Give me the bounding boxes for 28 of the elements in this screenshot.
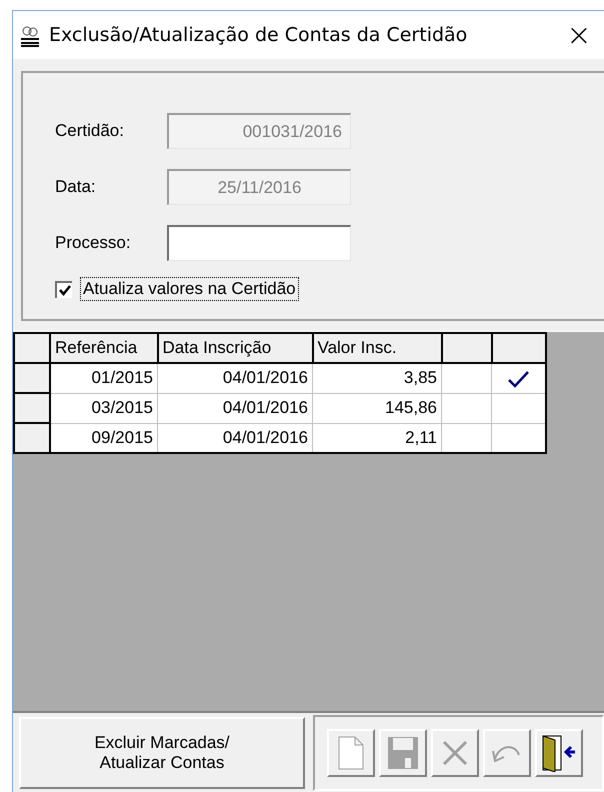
row-header[interactable] xyxy=(14,363,50,393)
column-header[interactable]: Valor Insc. xyxy=(312,333,442,363)
delete-update-button[interactable]: Excluir Marcadas/ Atualizar Contas xyxy=(19,717,305,789)
table-cell: 3,85 xyxy=(312,363,442,393)
checkmark-icon xyxy=(507,370,530,388)
table-cell: 04/01/2016 xyxy=(158,393,312,423)
field-label: Processo: xyxy=(55,233,132,253)
column-header[interactable] xyxy=(492,333,546,363)
x-icon xyxy=(442,740,468,766)
column-header[interactable]: Data Inscrição xyxy=(158,333,312,363)
window-title: Exclusão/Atualização de Contas da Certidão xyxy=(49,24,468,46)
checkbox-label: Atualiza valores na Certidão xyxy=(80,277,299,301)
table-cell: 01/2015 xyxy=(50,363,158,393)
input-field[interactable] xyxy=(167,225,351,261)
table-cell: 145,86 xyxy=(312,393,442,423)
toolbar-button[interactable] xyxy=(535,729,583,777)
close-button[interactable]: × xyxy=(554,18,604,52)
row-header[interactable] xyxy=(14,423,50,453)
checkbox[interactable] xyxy=(55,280,72,298)
column-header[interactable]: Referência xyxy=(50,333,158,363)
field-label: Certidão: xyxy=(55,121,125,141)
column-header[interactable] xyxy=(442,333,492,363)
row-header[interactable] xyxy=(14,393,50,423)
table-cell: 03/2015 xyxy=(50,393,158,423)
table-cell: 04/01/2016 xyxy=(158,363,312,393)
field-label: Data: xyxy=(55,177,97,197)
blank-page-icon xyxy=(338,736,364,770)
door-exit-icon xyxy=(541,734,577,772)
